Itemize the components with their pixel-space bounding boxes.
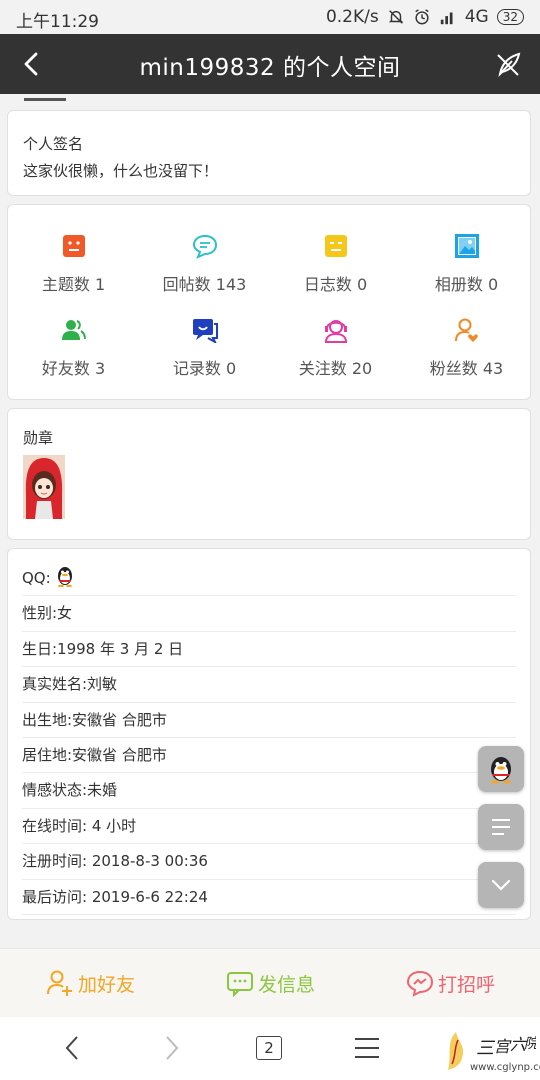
menu-icon[interactable]	[352, 1033, 382, 1063]
status-time: 上午11:29	[16, 12, 99, 32]
signature-text: 这家伙很懒，什么也没留下！	[23, 162, 219, 180]
nav-back-button[interactable]	[58, 1033, 88, 1063]
messenger-icon	[406, 970, 434, 997]
stat-topics[interactable]: 主题数 1	[8, 233, 139, 295]
page-title: min199832 的个人空间	[139, 55, 401, 81]
signature-label: 个人签名	[23, 135, 84, 153]
profile-info-card: QQ: 性别:女 生日:1998 年 3 月 2 日 真实姓名:刘敏 出生地:安…	[7, 548, 531, 920]
network-speed: 0.2K/s	[325, 7, 379, 27]
stat-label: 主题数 1	[41, 275, 106, 294]
mute-bell-icon	[388, 10, 403, 24]
stat-label: 关注数 20	[298, 359, 373, 378]
stat-label: 粉丝数 43	[429, 359, 504, 378]
signal-icon	[440, 12, 453, 25]
send-message-label: 发信息	[258, 973, 316, 996]
stat-friends[interactable]: 好友数 3	[8, 317, 139, 379]
stat-records[interactable]: 记录数 0	[139, 317, 270, 379]
signature-card: 个人签名 这家伙很懒，什么也没留下！	[7, 110, 531, 196]
stat-label: 记录数 0	[172, 359, 237, 378]
message-bubble-icon	[227, 972, 253, 997]
qq-penguin-icon[interactable]	[55, 565, 75, 587]
record-icon	[192, 319, 218, 343]
chat-bubble-icon	[192, 234, 217, 259]
network-type: 4G	[464, 7, 489, 27]
tab-count-button[interactable]: 2	[256, 1036, 282, 1060]
profile-row-qq: QQ:	[22, 561, 516, 597]
photo-icon	[454, 234, 479, 258]
stat-fans[interactable]: 粉丝数 43	[401, 317, 532, 379]
stat-following[interactable]: 关注数 20	[270, 317, 401, 379]
medal-card: 勋章	[7, 408, 531, 540]
profile-row-online-time: 在线时间: 4 小时	[22, 809, 516, 845]
stats-card: 主题数 1 回帖数 143 日志数 0 相册数 0 好友数 3 记录数 0 关注…	[7, 204, 531, 400]
menu-lines-icon	[492, 819, 510, 835]
qq-share-button[interactable]	[478, 746, 524, 792]
status-right: 0.2K/s 4G 32	[326, 7, 524, 27]
svg-text:三: 三	[476, 1038, 496, 1059]
bottom-action-bar: 加好友 发信息 打招呼	[0, 948, 540, 1018]
fan-heart-icon	[454, 318, 478, 342]
profile-row-registered: 注册时间: 2018-8-3 00:36	[22, 844, 516, 880]
menu-button[interactable]	[478, 804, 524, 850]
battery-icon: 32	[496, 9, 524, 25]
stat-label: 回帖数 143	[162, 275, 247, 294]
greet-label: 打招呼	[438, 973, 496, 996]
topic-icon	[62, 235, 85, 257]
qq-label: QQ:	[22, 569, 51, 587]
feather-pen-icon[interactable]	[494, 49, 524, 79]
app-header: min199832 的个人空间	[0, 34, 540, 94]
alarm-icon	[415, 9, 429, 25]
add-friend-label: 加好友	[78, 973, 136, 996]
red-hood-girl-badge-icon[interactable]	[23, 455, 65, 519]
add-friend-button[interactable]: 加好友	[46, 969, 135, 997]
profile-row-residence: 居住地:安徽省 合肥市	[22, 738, 516, 774]
stat-label: 好友数 3	[41, 359, 106, 378]
send-message-button[interactable]: 发信息	[226, 969, 315, 997]
svg-text:院: 院	[524, 1036, 536, 1052]
scroll-down-button[interactable]	[478, 862, 524, 908]
watermark-site-text: www.cglynp.com	[470, 1062, 540, 1073]
stat-label: 日志数 0	[303, 275, 368, 294]
stat-replies[interactable]: 回帖数 143	[139, 233, 270, 295]
qq-penguin-icon	[491, 757, 511, 784]
profile-row-relationship: 情感状态:未婚	[22, 773, 516, 809]
diary-icon	[324, 235, 347, 257]
profile-row-birthday: 生日:1998 年 3 月 2 日	[22, 632, 516, 668]
profile-row-birthplace: 出生地:安徽省 合肥市	[22, 703, 516, 738]
stat-label: 相册数 0	[434, 275, 499, 294]
profile-row-gender: 性别:女	[22, 596, 516, 632]
nav-forward-button[interactable]	[156, 1033, 186, 1063]
profile-row-last-visit: 最后访问: 2019-6-6 22:24	[22, 880, 516, 915]
page: 上午11:29 0.2K/s 4G 32 min199832 的个人空间 个人签…	[0, 0, 540, 1080]
greet-button[interactable]: 打招呼	[406, 969, 495, 997]
tab-indicator	[24, 98, 66, 101]
add-user-icon	[47, 970, 72, 996]
stat-diaries[interactable]: 日志数 0	[270, 233, 401, 295]
profile-row-realname: 真实姓名:刘敏	[22, 667, 516, 703]
headset-icon	[324, 320, 347, 343]
stat-albums[interactable]: 相册数 0	[401, 233, 532, 295]
status-bar: 上午11:29 0.2K/s 4G 32	[0, 0, 540, 34]
chevron-down-icon	[491, 879, 511, 891]
friends-icon	[61, 320, 86, 340]
medal-label: 勋章	[23, 429, 54, 447]
